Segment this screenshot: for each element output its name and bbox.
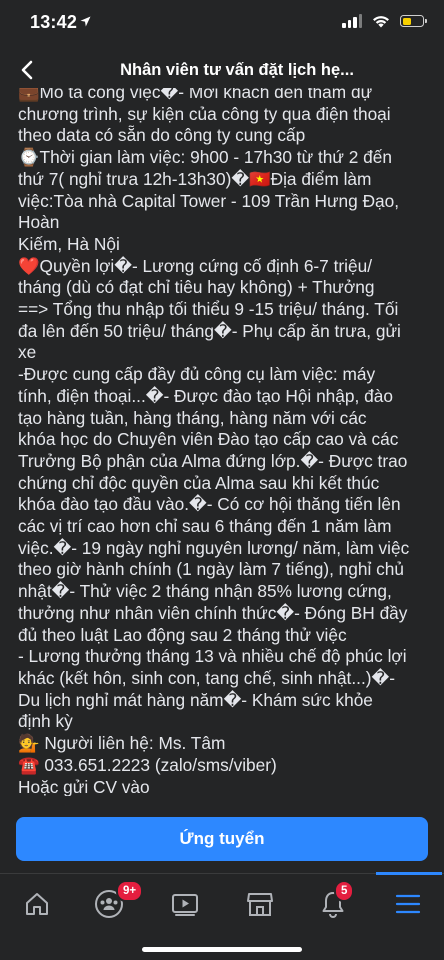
groups-badge: 9+ [116,880,144,902]
video-play-icon [172,894,198,916]
nav-home[interactable] [12,884,62,924]
text-line: tạo hàng tuần, hàng tháng, hàng năm với … [18,407,367,428]
post-text: 💼Mô tả công việc�- Mời khách đến tham dự… [18,88,432,796]
text-line: ❤️Quyền lợi�- Lương cứng cố định 6-7 tri… [18,255,373,276]
text-line: Trưởng Bộ phận của Alma đứng lớp.�- Được… [18,450,408,471]
chevron-left-icon [21,60,33,80]
home-indicator [142,947,302,952]
text-line: Du lịch nghỉ mát hàng năm�- Khám sức khỏ… [18,689,373,710]
text-line: ⌚Thời gian làm việc: 9h00 - 17h30 từ thứ… [18,147,392,168]
text-line: Hoặc gửi CV vào [18,776,150,797]
active-tab-indicator [376,872,442,875]
status-time: 13:42 [30,12,78,32]
text-line: theo data có sẵn do công ty cung cấp [18,125,306,146]
text-line: tháng (dù có đạt chỉ tiêu hay không) + T… [18,277,375,298]
store-icon [247,893,273,916]
text-line: việc:Tòa nhà Capital Tower - 109 Trần Hư… [18,190,400,211]
text-line: theo giờ hành chính (1 ngày làm 7 tiếng)… [18,559,405,580]
text-line: đủ theo luật Lao động sau 2 tháng thử vi… [18,624,347,645]
nav-groups[interactable]: 9+ [84,880,144,924]
nav-menu[interactable] [383,884,433,924]
text-line: Hoàn [18,212,60,233]
nav-watch[interactable] [160,884,210,924]
text-line: ==> Tổng thu nhập tối thiểu 9 -15 triệu/… [18,299,399,320]
text-line: Kiếm, Hà Nội [18,233,120,254]
hamburger-menu-icon [395,894,421,914]
text-line: 💁 Người liên hệ: Ms. Tâm [18,733,226,754]
page-title: Nhân viên tư vấn đặt lịch hẹ... [120,61,354,79]
notifications-badge: 5 [334,880,355,902]
home-icon [26,893,48,915]
battery-icon [400,15,427,27]
text-line: chứng chỉ độc quyền của Alma sau khi kết… [18,472,380,493]
text-line: - Lương thưởng tháng 13 và nhiều chế độ … [18,646,407,667]
text-line: tính, điện thoại...�- Được đào tạo Hội n… [18,385,393,406]
apply-bar: Ứng tuyển [0,803,444,873]
header: Nhân viên tư vấn đặt lịch hẹ... [0,46,444,94]
back-button[interactable] [14,56,40,84]
text-line: chương trình, sự kiện của công ty qua đi… [18,103,391,124]
text-line: đa lên đến 50 triệu/ tháng�- Phụ cấp ăn … [18,320,401,341]
nav-notifications[interactable]: 5 [308,880,358,924]
job-description: 💼Mô tả công việc�- Mời khách đến tham dự… [0,88,444,796]
apply-button-label: Ứng tuyển [179,829,265,848]
apply-button[interactable]: Ứng tuyển [16,817,428,861]
status-bar: 13:42 [0,0,444,46]
location-arrow-icon [80,16,91,27]
text-line: thứ 7( nghỉ trưa 12h-13h30)�🇻🇳Địa điểm l… [18,168,372,189]
bottom-nav: 9+ 5 [0,872,444,960]
nav-marketplace[interactable] [235,884,285,924]
text-line: xe [18,342,37,363]
text-line: các vị trí cao hơn chỉ sau 6 tháng đến 1… [18,516,392,537]
text-line: khác (kết hôn, sinh con, tang chế, sinh … [18,667,395,688]
text-line: thưởng như nhân viên chính thức�- Đóng B… [18,602,408,623]
cellular-signal-icon [342,14,362,28]
text-line: 💼Mô tả công việc�- Mời khách đến tham dự [18,88,373,102]
text-line: -Được cung cấp đầy đủ công cụ làm việc: … [18,364,376,385]
text-line: khóa đào tạo đầu vào.�- Có cơ hội thăng … [18,494,401,515]
text-line: khóa học do Chuyên viên Đào tạo cấp cao … [18,429,399,450]
text-line: nhật�- Thử việc 2 tháng nhận 85% lương c… [18,581,392,602]
text-line: việc.�- 19 ngày nghỉ nguyên lương/ năm, … [18,537,410,558]
text-line: định kỳ [18,711,73,732]
wifi-icon [373,15,389,27]
text-line: ☎️ 033.651.2223 (zalo/sms/viber) [18,754,277,775]
